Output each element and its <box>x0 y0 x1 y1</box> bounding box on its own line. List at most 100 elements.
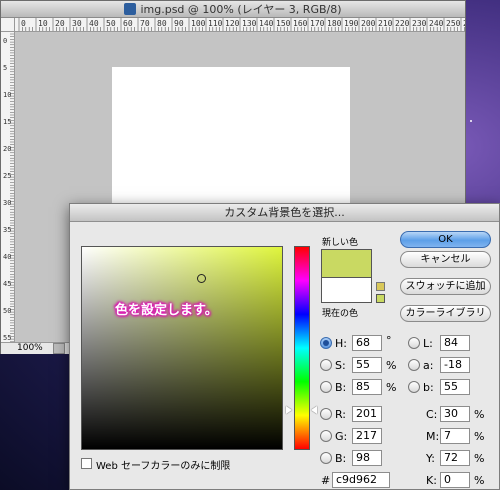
web-colors-only-checkbox[interactable] <box>81 458 92 469</box>
l-label: L: <box>423 337 433 350</box>
ruler-label: 5 <box>3 64 7 72</box>
ruler-label: 40 <box>89 19 99 28</box>
m-unit: % <box>474 430 485 443</box>
ruler-label: 210 <box>378 19 393 28</box>
k-unit: % <box>474 474 485 487</box>
radio-g[interactable] <box>320 430 332 442</box>
hue-slider-left-arrow[interactable] <box>286 406 292 414</box>
ruler-label: 230 <box>412 19 427 28</box>
ok-button[interactable]: OK <box>400 231 491 248</box>
hex-input[interactable]: c9d962 <box>332 472 390 488</box>
horizontal-ruler[interactable]: 0 10 20 30 40 50 60 70 80 90 100 110 120 130 140 150 160… <box>15 18 465 32</box>
ruler-label: 130 <box>242 19 257 28</box>
g-label: G: <box>335 430 348 443</box>
h-input[interactable]: 68 <box>352 335 382 351</box>
ruler-label: 220 <box>395 19 410 28</box>
r-label: R: <box>335 408 347 421</box>
hue-slider[interactable] <box>294 246 310 450</box>
s-input[interactable]: 55 <box>352 357 382 373</box>
s-unit: % <box>386 359 397 372</box>
ruler-label: 100 <box>191 19 206 28</box>
k-input[interactable]: 0 <box>440 472 470 488</box>
ruler-label: 90 <box>174 19 184 28</box>
dialog-title: カスタム背景色を選択... <box>70 204 499 222</box>
ruler-label: 60 <box>123 19 133 28</box>
hue-slider-right-arrow[interactable] <box>311 406 317 414</box>
l-input[interactable]: 84 <box>440 335 470 351</box>
radio-b-blue[interactable] <box>320 452 332 464</box>
ruler-label: 10 <box>3 91 11 99</box>
ruler-label: 50 <box>106 19 116 28</box>
ruler-corner[interactable] <box>1 18 15 32</box>
y-input[interactable]: 72 <box>440 450 470 466</box>
ruler-label: 260 <box>463 19 465 28</box>
b-blue-input[interactable]: 98 <box>352 450 382 466</box>
vertical-ruler[interactable]: 0 5 10 15 20 25 30 35 40 45 50 55 <box>1 32 15 342</box>
b-blue-label: B: <box>335 452 347 465</box>
new-color-swatch <box>321 249 372 277</box>
c-input[interactable]: 30 <box>440 406 470 422</box>
ruler-label: 190 <box>344 19 359 28</box>
star <box>470 120 472 122</box>
y-unit: % <box>474 452 485 465</box>
ruler-label: 200 <box>361 19 376 28</box>
ruler-label: 110 <box>208 19 223 28</box>
ruler-label: 70 <box>140 19 150 28</box>
ruler-label: 160 <box>293 19 308 28</box>
color-picker-dialog: カスタム背景色を選択... 色を設定します。 新しい色 現在の色 OK キャンセ… <box>69 203 500 490</box>
radio-b-brightness[interactable] <box>320 381 332 393</box>
current-color-swatch[interactable] <box>321 277 372 303</box>
document-title-bar[interactable]: img.psd @ 100% (レイヤー 3, RGB/8) <box>1 1 465 18</box>
out-of-gamut-warning-icon[interactable] <box>376 282 385 291</box>
ruler-label: 240 <box>429 19 444 28</box>
ruler-label: 35 <box>3 226 11 234</box>
web-colors-only-label: Web セーフカラーのみに制限 <box>96 461 231 472</box>
lab-b-label: b: <box>423 381 434 394</box>
cancel-button[interactable]: キャンセル <box>400 251 491 268</box>
m-label: M: <box>426 430 440 443</box>
c-unit: % <box>474 408 485 421</box>
radio-s[interactable] <box>320 359 332 371</box>
s-label: S: <box>335 359 346 372</box>
ruler-label: 250 <box>446 19 461 28</box>
ruler-label: 150 <box>276 19 291 28</box>
r-input[interactable]: 201 <box>352 406 382 422</box>
color-libraries-button[interactable]: カラーライブラリ <box>400 305 491 322</box>
ruler-label: 30 <box>3 199 11 207</box>
ruler-label: 55 <box>3 334 11 342</box>
ruler-label: 0 <box>21 19 26 28</box>
psd-file-icon <box>124 3 137 15</box>
radio-a[interactable] <box>408 359 420 371</box>
h-label: H: <box>335 337 347 350</box>
radio-h[interactable] <box>320 337 332 349</box>
lab-b-input[interactable]: 55 <box>440 379 470 395</box>
ruler-label: 180 <box>327 19 342 28</box>
ruler-ticks: 0 10 20 30 40 50 60 70 80 90 100 110 120 130 140 150 160… <box>18 18 465 31</box>
y-label: Y: <box>426 452 435 465</box>
b-brightness-input[interactable]: 85 <box>352 379 382 395</box>
new-color-label: 新しい色 <box>322 238 359 248</box>
ruler-label: 40 <box>3 253 11 261</box>
radio-lab-b[interactable] <box>408 381 420 393</box>
a-label: a: <box>423 359 434 372</box>
ruler-label: 20 <box>55 19 65 28</box>
a-input[interactable]: -18 <box>440 357 470 373</box>
ruler-ticks: 0 5 10 15 20 25 30 35 40 45 50 55 <box>3 33 14 342</box>
ruler-label: 45 <box>3 280 11 288</box>
ruler-label: 80 <box>157 19 167 28</box>
radio-r[interactable] <box>320 408 332 420</box>
color-field[interactable]: 色を設定します。 <box>81 246 283 450</box>
zoom-level[interactable]: 100% <box>17 343 43 353</box>
ruler-label: 170 <box>310 19 325 28</box>
status-menu-button[interactable] <box>53 343 65 354</box>
ruler-label: 15 <box>3 118 11 126</box>
color-field-cursor[interactable] <box>197 274 206 283</box>
radio-l[interactable] <box>408 337 420 349</box>
c-label: C: <box>426 408 438 421</box>
m-input[interactable]: 7 <box>440 428 470 444</box>
web-safe-warning-icon[interactable] <box>376 294 385 303</box>
ruler-label: 140 <box>259 19 274 28</box>
ruler-label: 30 <box>72 19 82 28</box>
add-to-swatches-button[interactable]: スウォッチに追加 <box>400 278 491 295</box>
g-input[interactable]: 217 <box>352 428 382 444</box>
